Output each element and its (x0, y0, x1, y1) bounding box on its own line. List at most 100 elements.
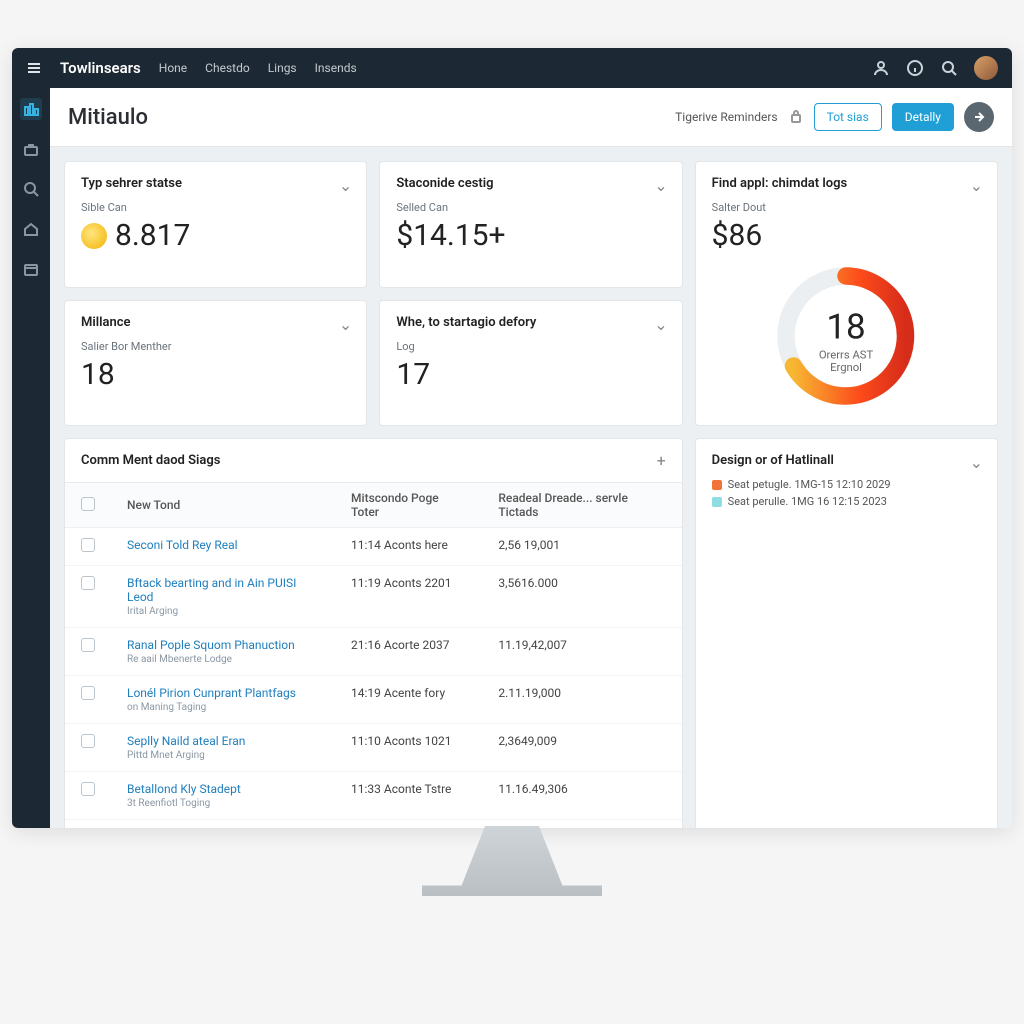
page-header: Mitiaulo Tigerive Reminders Tot sias Det… (50, 88, 1012, 147)
chevron-down-icon[interactable]: ⌄ (339, 315, 352, 334)
table-row[interactable]: Lonél Pirion Cunprant Plantfags on Maning… (65, 676, 682, 724)
chevron-down-icon[interactable]: ⌄ (970, 453, 983, 472)
add-icon[interactable]: + (657, 451, 666, 470)
legend-swatch (712, 480, 722, 490)
settings-round-button[interactable] (964, 102, 994, 132)
card-subtitle: Log (396, 340, 665, 353)
card-value: 17 (396, 357, 665, 392)
sidebar-item-home[interactable] (20, 218, 42, 240)
row-c3: 3,5616.000 (482, 566, 681, 628)
row-c2: 14:19 Acente fory (335, 676, 482, 724)
menu-icon[interactable] (26, 60, 42, 76)
top-navbar: Towlinsears Hone Chestdo Lings Insends (12, 48, 1012, 88)
search-icon[interactable] (940, 59, 958, 77)
avatar[interactable] (974, 56, 998, 80)
card-subtitle: Salier Bor Menther (81, 340, 350, 353)
chevron-down-icon[interactable]: ⌄ (339, 176, 352, 195)
table-card: Comm Ment daod Siags + New Tond Mitscond… (64, 438, 683, 828)
card-value: 18 (81, 357, 350, 392)
legend-text: Seat petugle. 1MG-15 12:10 2029 (728, 478, 891, 491)
row-c3: 11.19,42,007 (482, 628, 681, 676)
row-c2: 11:33 Aconte Tstre (335, 772, 482, 820)
table-row[interactable]: Intiande Talit aporve anKP (65, 820, 682, 829)
row-subtext: Pittd Mnet Arging (127, 750, 319, 761)
legend-swatch (712, 497, 722, 507)
row-checkbox[interactable] (81, 638, 95, 652)
nav-hone[interactable]: Hone (159, 61, 187, 75)
row-subtext: Irital Arging (127, 606, 319, 617)
chevron-down-icon[interactable]: ⌄ (654, 176, 667, 195)
svg-text:Orerrs AST: Orerrs AST (819, 349, 874, 362)
card-title: Whe, to startagio defory (396, 315, 665, 330)
col-new-tond[interactable]: New Tond (111, 483, 335, 528)
card-title: Staconide cestig (396, 176, 665, 191)
table-row[interactable]: Seplly Naild ateal Eran Pittd Mnet Arging… (65, 724, 682, 772)
lock-icon (788, 108, 804, 127)
col-readeal[interactable]: Readeal Dreade... servle Tictads (482, 483, 681, 528)
legend-text: Seat perulle. 1MG 16 12:15 2023 (728, 495, 887, 508)
row-checkbox[interactable] (81, 538, 95, 552)
row-checkbox[interactable] (81, 576, 95, 590)
card-value: $86 (712, 218, 981, 253)
nav-lings[interactable]: Lings (268, 61, 297, 75)
row-c2: 11:10 Aconts 1021 (335, 724, 482, 772)
card-subtitle: Sible Can (81, 201, 350, 214)
card-value: $14.15+ (396, 218, 665, 253)
row-link[interactable]: Seplly Naild ateal Eran (127, 734, 245, 748)
sidebar-item-calendar[interactable] (20, 258, 42, 280)
table-row[interactable]: Ranal Pople Squom Phanuction Re aail Mben… (65, 628, 682, 676)
tot-sias-button[interactable]: Tot sias (814, 103, 882, 131)
sun-icon (81, 223, 107, 249)
card-subtitle: Selled Can (396, 201, 665, 214)
row-c2: 11:14 Aconts here (335, 528, 482, 566)
card-design: Design or of Hatlinall ⌄ Seat petugle. 1… (695, 438, 998, 828)
row-link[interactable]: Betallond Kly Stadept (127, 782, 241, 796)
row-link[interactable]: Seconi Told Rey Real (127, 538, 238, 552)
row-c3: 11.16.49,306 (482, 772, 681, 820)
row-c2 (335, 820, 482, 829)
card-title: Typ sehrer statse (81, 176, 350, 191)
nav-chestdo[interactable]: Chestdo (205, 61, 250, 75)
svg-text:18: 18 (827, 307, 866, 348)
row-checkbox[interactable] (81, 782, 95, 796)
chevron-down-icon[interactable]: ⌄ (654, 315, 667, 334)
card-millance: Millance ⌄ Salier Bor Menther 18 (64, 300, 367, 427)
reminders-label: Tigerive Reminders (675, 110, 777, 124)
card-find-appl: Find appl: chimdat logs ⌄ Salter Dout $8… (695, 161, 998, 426)
table-row[interactable]: Betallond Kly Stadept3t Reenfiotl Toging… (65, 772, 682, 820)
table-row[interactable]: Seconi Told Rey Real 11:14 Aconts here 2… (65, 528, 682, 566)
brand-logo[interactable]: Towlinsears (60, 59, 141, 77)
detally-button[interactable]: Detally (892, 103, 954, 131)
card-typ-sehrer: Typ sehrer statse ⌄ Sible Can 8.817 (64, 161, 367, 288)
svg-text:Ergnol: Ergnol (830, 361, 862, 374)
info-icon[interactable] (906, 59, 924, 77)
gauge-chart: 18 Orerrs AST Ergnol (771, 261, 921, 411)
row-c3: 2.11.19,000 (482, 676, 681, 724)
table-row[interactable]: Bftack bearting and in Ain PUISI Leod Iri… (65, 566, 682, 628)
sidebar-item-search[interactable] (20, 178, 42, 200)
row-link[interactable]: Bftack bearting and in Ain PUISI Leod (127, 576, 296, 604)
select-all-checkbox[interactable] (81, 497, 95, 511)
chevron-down-icon[interactable]: ⌄ (970, 176, 983, 195)
monitor-stand (422, 826, 602, 896)
col-mitscondo[interactable]: Mitscondo Poge Toter (335, 483, 482, 528)
nav-insends[interactable]: Insends (315, 61, 357, 75)
row-subtext: on Maning Taging (127, 702, 319, 713)
row-link[interactable]: Ranal Pople Squom Phanuction (127, 638, 295, 652)
row-checkbox[interactable] (81, 734, 95, 748)
row-subtext: Re aail Mbenerte Lodge (127, 654, 319, 665)
table-title: Comm Ment daod Siags (81, 453, 220, 468)
card-value: 8.817 (115, 218, 190, 253)
user-icon[interactable] (872, 59, 890, 77)
sidebar (12, 88, 50, 828)
sidebar-item-briefcase[interactable] (20, 138, 42, 160)
card-subtitle: Salter Dout (712, 201, 981, 214)
sidebar-item-dashboard[interactable] (20, 98, 42, 120)
row-c2: 11:19 Aconts 2201 (335, 566, 482, 628)
card-title: Design or of Hatlinall (712, 453, 981, 468)
row-c2: 21:16 Acorte 2037 (335, 628, 482, 676)
row-link[interactable]: Lonél Pirion Cunprant Plantfags (127, 686, 296, 700)
card-whe-to: Whe, to startagio defory ⌄ Log 17 (379, 300, 682, 427)
row-checkbox[interactable] (81, 686, 95, 700)
card-title: Millance (81, 315, 350, 330)
